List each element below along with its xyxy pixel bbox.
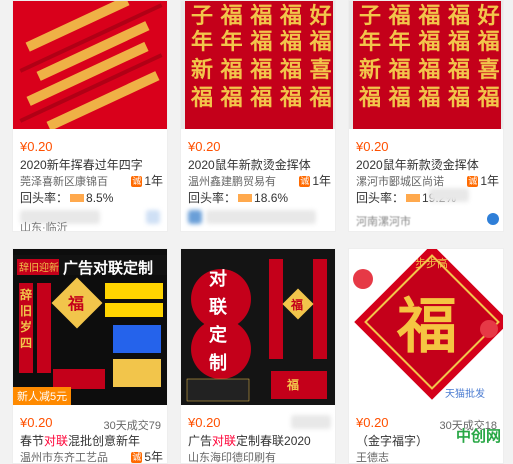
svg-text:子 福 福 福 好: 子 福 福 福 好	[191, 3, 332, 29]
svg-text:年 年 福 福 福: 年 年 福 福 福	[191, 29, 332, 55]
image-word: 联	[209, 297, 227, 318]
blurred-icon	[188, 210, 202, 224]
product-price: ¥0.20	[356, 415, 389, 430]
product-price: ¥0.20	[356, 139, 389, 154]
shop-name[interactable]: 王德志	[356, 449, 466, 463]
product-image[interactable]: 福 步步高 天猫批发	[349, 249, 503, 405]
shop-location: 山东·临沂	[20, 222, 68, 232]
shop-name[interactable]: 漯河市郾城区尚诺	[356, 173, 466, 189]
rate-value: 8.5%	[86, 191, 114, 205]
image-corner-text: 天猫批发	[445, 387, 485, 400]
product-price: ¥0.20	[20, 415, 53, 430]
shop-years: 诚 1年	[299, 172, 331, 189]
shop-years-icon: 诚	[131, 176, 143, 187]
site-watermark: 中创网	[455, 428, 501, 445]
shop-status-icon	[487, 213, 499, 225]
svg-text:新 福 福 福 喜: 新 福 福 福 喜	[191, 57, 332, 83]
product-image[interactable]: 子 福 福 福 好 年 年 福 福 福 新 福 福 福 喜 福 福 福 福 福	[181, 1, 335, 129]
image-heading-text: 广告对联定制	[63, 259, 153, 277]
shop-years-label: 1年	[480, 174, 499, 188]
shop-years-label: 1年	[312, 174, 331, 188]
repurchase-rate: 回头率： 8.5%	[20, 189, 113, 206]
svg-text:四: 四	[20, 336, 32, 350]
svg-text:福 福 福 福 福: 福 福 福 福 福	[190, 85, 332, 111]
product-title[interactable]: 广告对联定制春联2020	[188, 432, 330, 449]
rate-label: 回头率：	[188, 191, 237, 205]
product-price: ¥0.20	[188, 415, 221, 430]
product-card[interactable]: 子 福 福 福 好 年 年 福 福 福 新 福 福 福 喜 福 福 福 福 福 …	[180, 0, 336, 232]
svg-text:子 福 福 福 好: 子 福 福 福 好	[359, 3, 500, 29]
product-card[interactable]: 福 步步高 天猫批发 ¥0.20 30天成交18 （金字福字） 王德志 中创网	[348, 248, 504, 464]
svg-text:福: 福	[286, 377, 299, 392]
shop-name[interactable]: 温州鑫建鹏贸易有	[188, 173, 298, 189]
shop-years: 诚 1年	[131, 172, 163, 189]
repurchase-rate: 回头率： 18.6%	[188, 189, 288, 206]
svg-text:旧: 旧	[20, 304, 32, 318]
sold-count: 30天成交79	[103, 420, 161, 432]
title-text: 混批创意新年	[68, 434, 141, 448]
shop-name[interactable]: 山东海印德印刷有	[188, 449, 298, 463]
image-fu-char: 福	[396, 292, 457, 362]
blurred-icon	[146, 210, 160, 224]
svg-text:福: 福	[67, 294, 84, 313]
shop-years-icon: 诚	[299, 176, 311, 187]
shop-name[interactable]: 莞泽喜新区康锦百	[20, 173, 130, 189]
shop-years-label: 5年	[144, 450, 163, 464]
product-title[interactable]: 2020鼠年新款烫金挥体	[188, 156, 330, 173]
blurred-info	[429, 188, 469, 202]
rate-label: 回头率：	[20, 191, 69, 205]
product-card[interactable]: 子 福 福 福 好 年 年 福 福 福 新 福 福 福 喜 福 福 福 福 福 …	[348, 0, 504, 232]
image-word: 定	[209, 324, 227, 346]
shop-location: 河南漯河市	[356, 216, 411, 228]
svg-text:福 福 福 福 福: 福 福 福 福 福	[358, 85, 500, 111]
new-user-badge: 新人减5元	[13, 387, 72, 405]
svg-text:福: 福	[290, 297, 303, 312]
image-word: 制	[209, 353, 227, 374]
svg-text:新 福 福 福 喜: 新 福 福 福 喜	[359, 57, 500, 83]
product-image[interactable]: 辞旧迎新 广告对联定制 辞 旧 岁 四 福 新人减5元	[13, 249, 167, 405]
rate-bar-icon	[238, 194, 253, 202]
rate-label: 回头率：	[356, 191, 405, 205]
product-image[interactable]	[13, 1, 167, 129]
product-card[interactable]: ¥0.20 2020新年挥春过年四字 莞泽喜新区康锦百 诚 1年 回头率： 8.5%…	[12, 0, 168, 232]
shop-years-icon: 诚	[131, 452, 143, 463]
shop-years: 诚 1年	[467, 172, 499, 189]
product-image[interactable]: 对 联 定 制 福 福	[181, 249, 335, 405]
product-image[interactable]: 子 福 福 福 好 年 年 福 福 福 新 福 福 福 喜 福 福 福 福 福	[349, 1, 503, 129]
product-title[interactable]: 2020新年挥春过年四字	[20, 156, 162, 173]
shop-years-label: 1年	[144, 174, 163, 188]
product-price: ¥0.20	[188, 139, 221, 154]
rate-value: 18.6%	[254, 191, 289, 205]
shop-years: 诚 5年	[131, 448, 163, 464]
shop-name[interactable]: 温州市东齐工艺品	[20, 449, 130, 463]
title-text: 广告	[188, 434, 213, 448]
image-banner-text: 辞旧迎新	[19, 261, 59, 274]
rate-bar-icon	[70, 194, 85, 202]
product-grid: ¥0.20 2020新年挥春过年四字 莞泽喜新区康锦百 诚 1年 回头率： 8.5%…	[0, 0, 513, 464]
product-title[interactable]: 春节对联混批创意新年	[20, 432, 162, 449]
blurred-info	[206, 210, 316, 224]
rate-bar-icon	[406, 194, 421, 202]
image-word: 对	[209, 268, 227, 290]
svg-text:年 年 福 福 福: 年 年 福 福 福	[359, 29, 500, 55]
svg-text:辞: 辞	[20, 287, 32, 302]
product-card[interactable]: 对 联 定 制 福 福 ¥0.20 广告对联定制春联2020 山东海印德印刷有	[180, 248, 336, 464]
svg-text:岁: 岁	[20, 319, 32, 334]
title-text: 定制春联2020	[236, 434, 311, 448]
title-highlight: 对联	[44, 434, 69, 448]
product-title[interactable]: 2020鼠年新款烫金挥体	[356, 156, 498, 173]
image-top-text: 步步高	[415, 256, 448, 270]
title-text: 春节	[20, 434, 45, 448]
product-price: ¥0.20	[20, 139, 53, 154]
blurred-info	[291, 415, 331, 429]
shop-years-icon: 诚	[467, 176, 479, 187]
title-highlight: 对联	[212, 434, 237, 448]
product-card[interactable]: 辞旧迎新 广告对联定制 辞 旧 岁 四 福 新人减5元 ¥0.20 30天成交7…	[12, 248, 168, 464]
